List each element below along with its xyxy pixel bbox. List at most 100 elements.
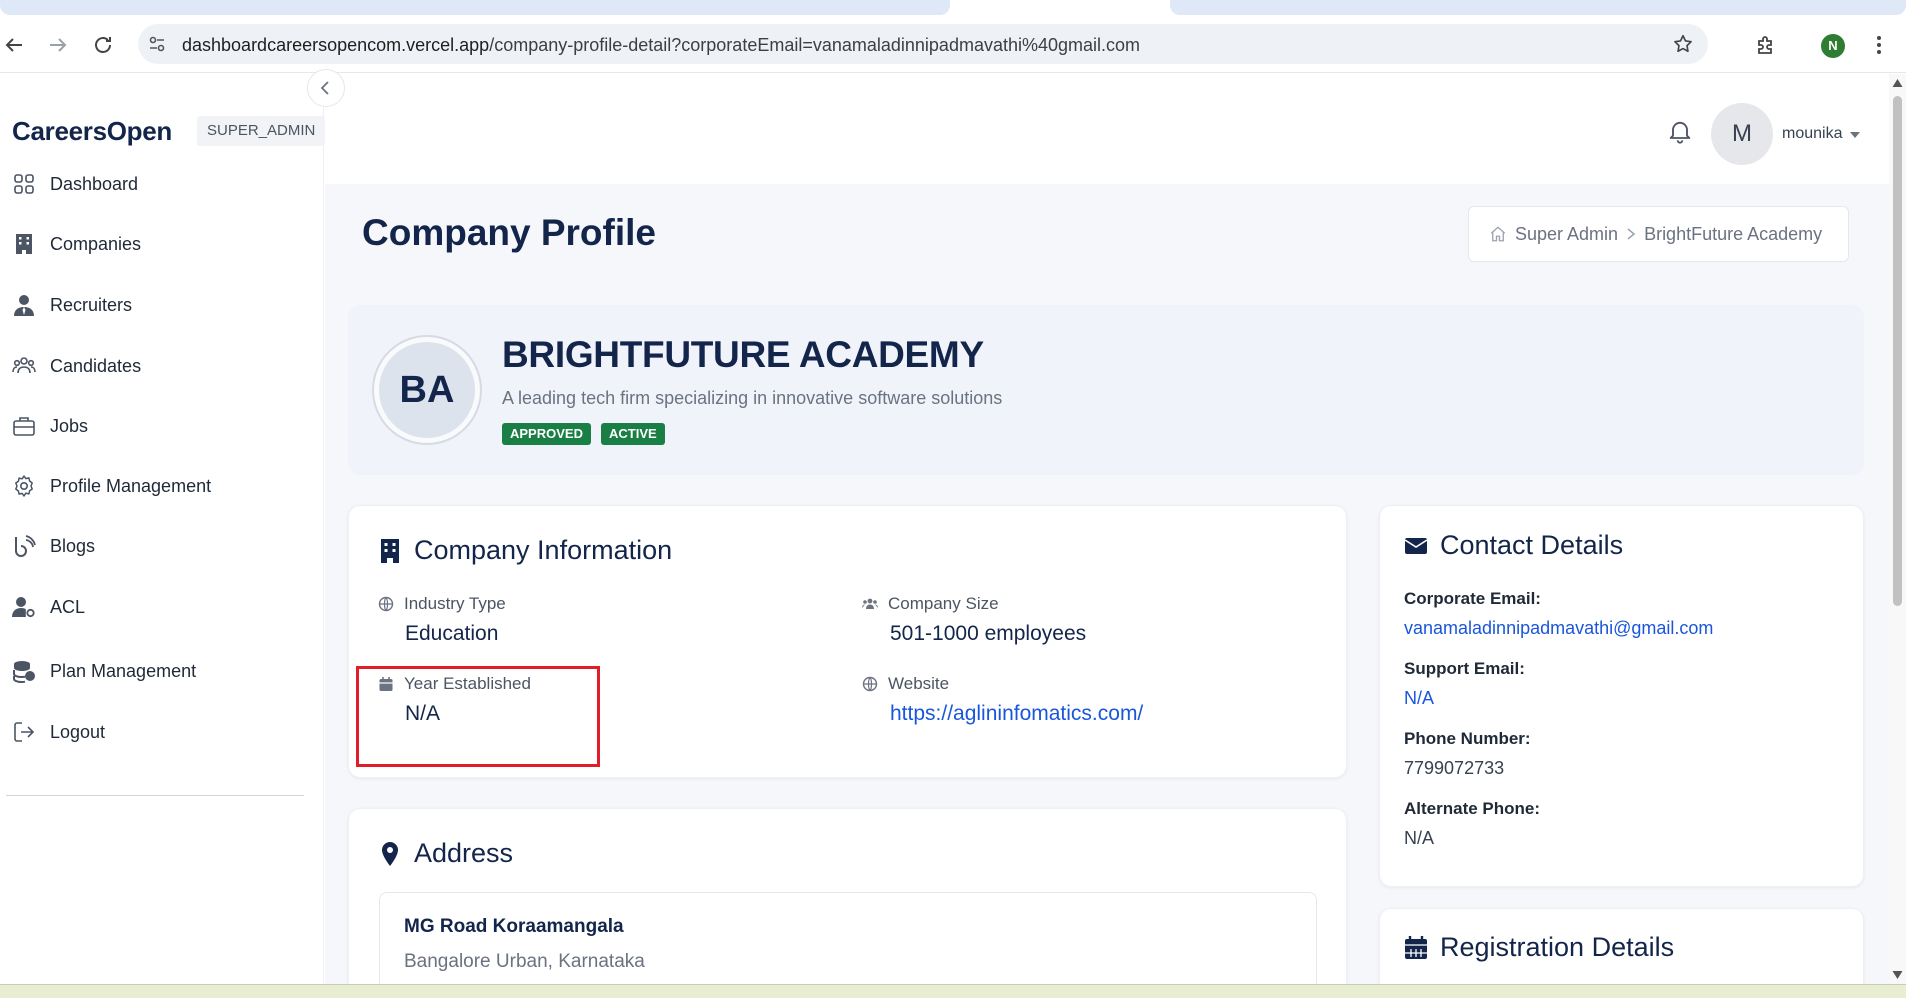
briefcase-icon xyxy=(12,414,36,438)
sidebar-divider xyxy=(6,795,304,796)
sidebar-item-blogs[interactable]: Blogs xyxy=(12,529,302,563)
website-link[interactable]: https://aglininfomatics.com/ xyxy=(890,702,1143,726)
card-title-text: Contact Details xyxy=(1440,530,1624,560)
sidebar-item-companies[interactable]: Companies xyxy=(12,227,302,261)
scroll-thumb[interactable] xyxy=(1893,96,1902,606)
blog-icon xyxy=(12,534,36,558)
sidebar-item-label: Companies xyxy=(50,233,142,254)
support-email-label: Support Email: xyxy=(1404,659,1525,678)
back-icon[interactable] xyxy=(2,33,26,57)
role-badge: SUPER_ADMIN xyxy=(197,116,326,146)
browser-tab[interactable] xyxy=(0,0,950,15)
chevron-left-icon xyxy=(320,81,329,95)
browser-tabstrip xyxy=(0,0,1906,15)
user-name[interactable]: mounika xyxy=(1782,125,1842,143)
calendar-icon xyxy=(1404,935,1428,961)
sidebar-item-label: Blogs xyxy=(50,535,96,556)
envelope-icon xyxy=(1404,533,1428,559)
sidebar-item-plan-management[interactable]: Plan Management xyxy=(12,654,302,688)
sidebar-item-recruiters[interactable]: Recruiters xyxy=(12,288,302,322)
industry-type-value: Education xyxy=(405,622,499,645)
status-badge-approved: APPROVED xyxy=(502,423,591,445)
url-path: /company-profile-detail?corporateEmail=v… xyxy=(489,35,1141,55)
highlight-box xyxy=(356,666,600,767)
forward-icon[interactable] xyxy=(46,33,70,57)
address-line-1: MG Road Koraamangala xyxy=(404,916,624,937)
browser-menu-icon[interactable] xyxy=(1870,33,1888,57)
sidebar-item-label: ACL xyxy=(50,596,86,617)
chevron-right-icon xyxy=(1624,227,1638,241)
gear-icon xyxy=(12,474,36,498)
browser-tab[interactable] xyxy=(1170,0,1906,15)
grid-icon xyxy=(12,172,36,196)
company-information-heading: Company Information xyxy=(378,535,672,566)
scroll-up-arrow-icon[interactable] xyxy=(1892,78,1903,88)
corporate-email-link[interactable]: vanamaladinnipadmavathi@gmail.com xyxy=(1404,618,1713,639)
company-size-value: 501-1000 employees xyxy=(890,622,1087,645)
phone-number-label: Phone Number: xyxy=(1404,729,1531,748)
phone-number-value: 7799072733 xyxy=(1404,758,1505,778)
label-text: Website xyxy=(888,674,950,693)
sidebar-item-label: Plan Management xyxy=(50,660,197,681)
alternate-phone-label: Alternate Phone: xyxy=(1404,799,1541,818)
url-host: dashboardcareersopencom.vercel.app xyxy=(182,35,490,55)
users-icon xyxy=(12,354,36,378)
user-avatar[interactable]: M xyxy=(1711,103,1773,165)
company-avatar: BA xyxy=(374,337,480,443)
address-line-2: Bangalore Urban, Karnataka xyxy=(404,951,645,972)
contact-details-card xyxy=(1379,505,1864,887)
browser-toolbar: dashboardcareersopencom.vercel.app/compa… xyxy=(0,15,1906,73)
contact-details-heading: Contact Details xyxy=(1404,530,1623,561)
page-scrollbar[interactable] xyxy=(1889,74,1906,984)
extensions-icon[interactable] xyxy=(1754,33,1778,57)
registration-details-heading: Registration Details xyxy=(1404,932,1674,963)
industry-type-label: Industry Type xyxy=(378,594,506,614)
building-icon xyxy=(378,538,402,564)
sidebar-item-candidates[interactable]: Candidates xyxy=(12,349,302,383)
company-tagline: A leading tech firm specializing in inno… xyxy=(502,388,1003,408)
user-tie-icon xyxy=(12,293,36,317)
sidebar-item-label: Recruiters xyxy=(50,294,133,315)
sidebar-item-acl[interactable]: ACL xyxy=(12,590,302,624)
sidebar-item-label: Profile Management xyxy=(50,475,212,496)
building-icon xyxy=(12,232,36,256)
breadcrumb: Super Admin BrightFuture Academy xyxy=(1468,206,1849,262)
address-box xyxy=(379,892,1317,992)
logout-icon xyxy=(12,720,36,744)
address-heading: Address xyxy=(378,838,513,869)
label-text: Industry Type xyxy=(404,594,506,613)
sidebar-item-label: Logout xyxy=(50,721,106,742)
browser-profile-avatar[interactable]: N xyxy=(1821,34,1845,58)
address-bar[interactable]: dashboardcareersopencom.vercel.app/compa… xyxy=(138,24,1708,64)
careersopen-logo[interactable]: CareersOpen xyxy=(12,116,172,147)
coins-icon xyxy=(12,659,36,683)
website-label: Website xyxy=(862,674,949,694)
support-email-link[interactable]: N/A xyxy=(1404,688,1434,709)
scroll-down-arrow-icon[interactable] xyxy=(1892,970,1903,980)
bookmark-star-icon[interactable] xyxy=(1672,33,1694,55)
users-icon xyxy=(862,596,878,612)
status-badge-active: ACTIVE xyxy=(601,423,665,445)
card-title-text: Company Information xyxy=(414,535,673,565)
breadcrumb-item[interactable]: Super Admin xyxy=(1515,224,1618,245)
caret-down-icon[interactable] xyxy=(1849,131,1861,139)
os-taskbar xyxy=(0,984,1906,998)
label-text: Company Size xyxy=(888,594,999,613)
site-settings-icon[interactable] xyxy=(148,35,166,53)
corporate-email-label: Corporate Email: xyxy=(1404,589,1541,608)
sidebar-item-jobs[interactable]: Jobs xyxy=(12,409,302,443)
sidebar-item-label: Dashboard xyxy=(50,173,139,194)
home-icon[interactable] xyxy=(1489,225,1507,243)
user-cog-icon xyxy=(12,595,36,619)
sidebar-item-label: Candidates xyxy=(50,355,142,376)
reload-icon[interactable] xyxy=(91,33,115,57)
globe-icon xyxy=(378,596,394,612)
sidebar-item-logout[interactable]: Logout xyxy=(12,715,302,749)
sidebar-item-label: Jobs xyxy=(50,415,89,436)
card-title-text: Registration Details xyxy=(1440,932,1675,962)
collapse-sidebar-button[interactable] xyxy=(307,69,345,107)
notification-bell-icon[interactable] xyxy=(1666,117,1694,145)
sidebar-item-dashboard[interactable]: Dashboard xyxy=(12,167,302,201)
sidebar-item-profile-management[interactable]: Profile Management xyxy=(12,469,302,503)
url-text: dashboardcareersopencom.vercel.app/compa… xyxy=(182,35,1140,56)
